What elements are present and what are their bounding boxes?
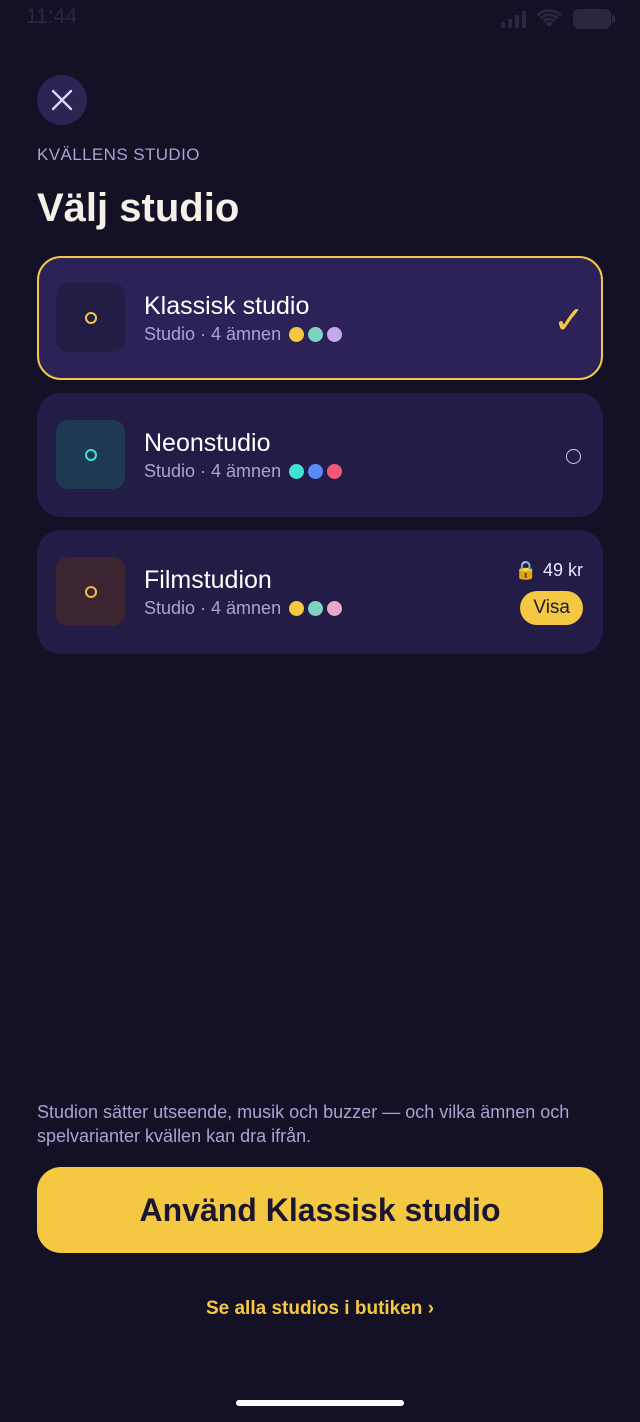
studio-thumbnail [56,420,125,489]
color-swatch [308,327,324,342]
color-swatches [289,464,343,479]
record-dot-icon [84,448,97,461]
studio-card-neon[interactable]: Neonstudio Studio · 4 ämnen [37,393,603,517]
status-bar: 11:44 [0,0,640,36]
checkmark-icon: ✓ [553,300,585,342]
lock-icon: 🔒 [514,560,537,580]
color-swatch [308,601,324,616]
studio-card-klassisk[interactable]: Klassisk studio Studio · 4 ämnen ✓ [37,256,603,380]
visa-button[interactable]: Visa [520,591,583,625]
studio-meta-text: Studio · 4 ämnen [144,598,282,618]
studio-list: Klassisk studio Studio · 4 ämnen ✓ Neons… [37,256,603,667]
studio-name: Filmstudion [144,566,272,594]
studio-name: Klassisk studio [144,292,310,320]
studio-meta: Studio · 4 ämnen [144,461,343,482]
color-swatch [289,601,305,616]
studio-thumbnail [56,283,125,352]
status-icons [501,8,616,30]
page-title: Välj studio [37,186,240,230]
studio-meta-text: Studio · 4 ämnen [144,461,282,481]
record-dot-icon [84,311,97,324]
studio-card-film[interactable]: Filmstudion Studio · 4 ämnen 🔒 49 kr Vis… [37,530,603,654]
color-swatch [308,464,324,479]
store-link[interactable]: Se alla studios i butiken › [0,1298,640,1320]
radio-icon[interactable] [566,449,581,464]
close-button[interactable] [37,75,87,125]
color-swatch [327,464,343,479]
studio-meta-text: Studio · 4 ämnen [144,324,282,344]
close-icon [51,89,73,111]
color-swatch [289,464,305,479]
color-swatches [289,601,343,616]
color-swatch [327,327,343,342]
wifi-icon [536,9,562,29]
studio-meta: Studio · 4 ämnen [144,324,343,345]
color-swatches [289,327,343,342]
eyebrow-label: KVÄLLENS STUDIO [37,145,200,164]
use-studio-button[interactable]: Använd Klassisk studio [37,1167,603,1253]
signal-icon [501,10,526,28]
color-swatch [327,601,343,616]
studio-thumbnail [56,557,125,626]
price-row: 🔒 49 kr [515,560,583,581]
color-swatch [289,327,305,342]
studio-name: Neonstudio [144,429,271,457]
studio-meta: Studio · 4 ämnen [144,598,343,619]
record-dot-icon [84,585,97,598]
home-indicator[interactable] [236,1400,404,1406]
footnote: Studion sätter utseende, musik och buzze… [37,1102,570,1146]
status-time: 11:44 [26,5,77,28]
battery-icon [572,8,616,30]
price-label: 49 kr [542,560,583,580]
